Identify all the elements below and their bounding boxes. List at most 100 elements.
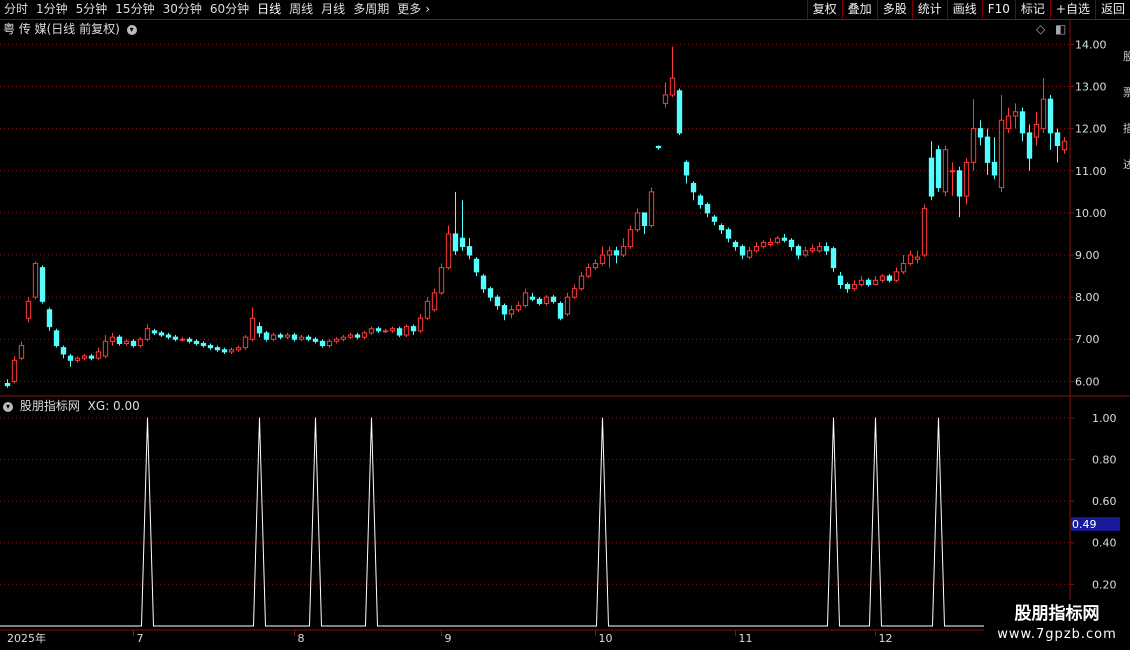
price-tick-label: 7.00 bbox=[1075, 333, 1100, 346]
candle-body bbox=[116, 336, 123, 344]
indicator-tick-label: 0.20 bbox=[1092, 578, 1117, 591]
candle-body bbox=[557, 302, 564, 319]
candle-body bbox=[200, 342, 207, 347]
candle-body bbox=[403, 326, 410, 336]
candle-body bbox=[46, 309, 53, 328]
indicator-name: 股朋指标网 bbox=[19, 399, 80, 413]
candle-body bbox=[914, 256, 921, 260]
candle-body bbox=[949, 170, 956, 173]
candle-body bbox=[872, 279, 879, 285]
candle-body bbox=[900, 262, 907, 273]
candle-body bbox=[886, 275, 893, 281]
candle-body bbox=[774, 237, 781, 243]
candle-body bbox=[606, 250, 613, 256]
candle-body bbox=[270, 334, 277, 340]
candle-body bbox=[683, 161, 690, 176]
price-tick-label: 11.00 bbox=[1075, 165, 1107, 178]
time-tick-label: 2025年 bbox=[7, 631, 46, 645]
candle-body bbox=[690, 182, 697, 193]
indicator-tick-label: 0.60 bbox=[1092, 495, 1117, 508]
candle-body bbox=[67, 355, 74, 361]
candle-body bbox=[242, 336, 249, 349]
diamond-icon[interactable]: ◇ bbox=[1036, 22, 1045, 36]
candle-body bbox=[214, 347, 221, 351]
watermark: 股朋指标网 www.7gpzb.com bbox=[984, 600, 1130, 650]
candle-body bbox=[928, 157, 935, 197]
candle-body bbox=[487, 288, 494, 298]
candle-body bbox=[564, 296, 571, 315]
candle-body bbox=[298, 336, 305, 340]
candle-body bbox=[1061, 140, 1068, 151]
candle-body bbox=[536, 298, 543, 304]
candle-body bbox=[480, 275, 487, 290]
kline-chart[interactable]: 14.00 13.00 12.00 11.00 10.00 9.00 8.00 7.00 6.0… bbox=[0, 0, 1130, 650]
candle-body bbox=[144, 328, 151, 340]
candle-body bbox=[18, 345, 25, 359]
candle-body bbox=[991, 161, 998, 176]
candle-body bbox=[1012, 111, 1019, 117]
candle-body bbox=[172, 336, 179, 340]
candle-body bbox=[1019, 111, 1026, 134]
time-tick-label: 8 bbox=[298, 632, 305, 645]
candle-body bbox=[431, 292, 438, 311]
candle-body bbox=[410, 326, 417, 332]
candle-body bbox=[277, 334, 284, 338]
candle-body bbox=[879, 275, 886, 281]
time-tick-label: 7 bbox=[137, 632, 144, 645]
candle-body bbox=[256, 326, 263, 334]
candle-body bbox=[571, 288, 578, 298]
candle-body bbox=[459, 237, 466, 248]
cursor-value-label: 0.49 bbox=[1072, 518, 1097, 531]
candle-body bbox=[326, 340, 333, 347]
candle-body bbox=[620, 246, 627, 256]
time-tick-label: 12 bbox=[879, 632, 893, 645]
candle-body bbox=[781, 237, 788, 241]
candle-body bbox=[466, 246, 473, 256]
candle-body bbox=[655, 145, 662, 149]
candle-body bbox=[228, 349, 235, 353]
candle-body bbox=[648, 191, 655, 227]
candle-body bbox=[585, 267, 592, 277]
candle-body bbox=[88, 355, 95, 359]
candle-body bbox=[53, 330, 60, 347]
indicator-pane-title[interactable]: ▾ 股朋指标网 XG: 0.00 bbox=[3, 399, 140, 413]
candle-body bbox=[725, 229, 732, 239]
main-pane-title[interactable]: 粤 传 媒(日线 前复权) ▾ bbox=[3, 22, 140, 36]
candle-body bbox=[333, 338, 340, 342]
candle-body bbox=[158, 332, 165, 336]
candle-body bbox=[578, 275, 585, 290]
candle-body bbox=[753, 246, 760, 252]
candle-body bbox=[599, 254, 606, 264]
candle-body bbox=[1047, 98, 1054, 134]
candle-body bbox=[207, 345, 214, 349]
candle-body bbox=[627, 229, 634, 248]
candle-body bbox=[641, 212, 648, 227]
indicator-tick-label: 0.40 bbox=[1092, 537, 1117, 550]
candle-body bbox=[123, 340, 130, 344]
candle-body bbox=[1040, 98, 1047, 130]
panel-icon[interactable]: ◧ bbox=[1055, 22, 1066, 36]
candle-body bbox=[669, 77, 676, 96]
candle-body bbox=[501, 305, 508, 315]
price-tick-label: 13.00 bbox=[1075, 81, 1107, 94]
chevron-down-icon[interactable]: ▾ bbox=[126, 24, 137, 35]
candle-body bbox=[718, 225, 725, 231]
price-tick-label: 10.00 bbox=[1075, 207, 1107, 220]
candle-body bbox=[347, 334, 354, 338]
indicator-tick-label: 0.80 bbox=[1092, 453, 1117, 466]
candle-body bbox=[942, 149, 949, 193]
candle-body bbox=[732, 241, 739, 248]
candle-body bbox=[102, 340, 109, 357]
candle-body bbox=[11, 359, 18, 382]
candle-body bbox=[354, 334, 361, 338]
candle-body bbox=[193, 340, 200, 344]
candle-body bbox=[935, 149, 942, 189]
stock-title: 粤 传 媒(日线 前复权) bbox=[3, 22, 120, 36]
candle-body bbox=[165, 334, 172, 338]
chevron-down-icon[interactable]: ▾ bbox=[3, 401, 13, 412]
candle-body bbox=[1026, 132, 1033, 159]
candle-body bbox=[662, 94, 669, 104]
candle-body bbox=[970, 128, 977, 163]
candle-body bbox=[746, 250, 753, 258]
candle-body bbox=[312, 338, 319, 342]
